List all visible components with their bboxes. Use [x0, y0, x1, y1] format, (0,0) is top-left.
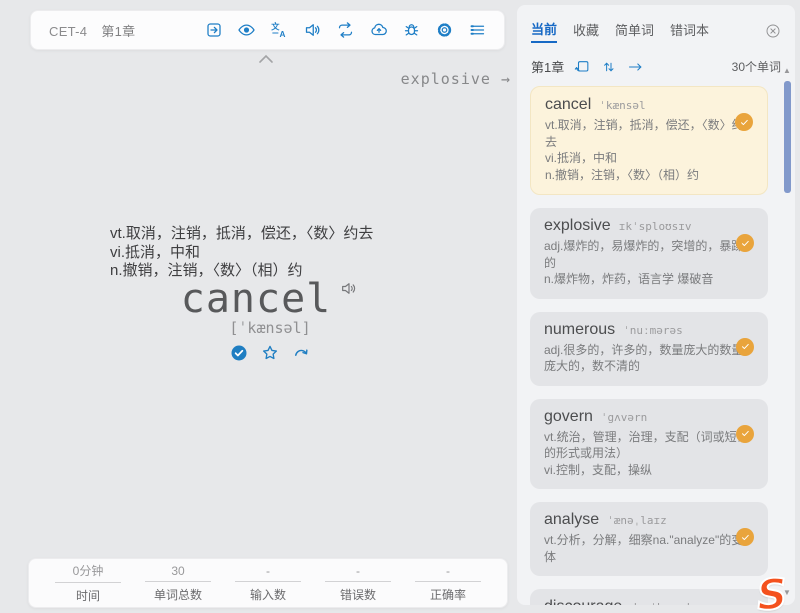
close-icon[interactable] [765, 23, 781, 39]
sidebar-tab-收藏[interactable]: 收藏 [573, 20, 599, 42]
word-card-definitions: adj.很多的，许多的，数量庞大的数量庞大的，数不清的 [544, 342, 754, 375]
chevron-up-icon[interactable] [256, 52, 276, 70]
word-card-definitions: vt.分析，分解，细察na."analyze"的变体 [544, 532, 754, 565]
stat-item: 30 单词总数 [145, 564, 211, 603]
checked-badge-icon [736, 425, 754, 443]
stat-label: 错误数 [325, 582, 391, 603]
word-card-head: cancel ˈkænsəl [545, 96, 753, 114]
stat-item: - 输入数 [235, 564, 301, 603]
menu-icon[interactable] [465, 19, 490, 41]
chapter-name: 第1章 [101, 24, 135, 39]
chapter-row: 第1章 30个单词 [517, 47, 795, 82]
word-card-definitions: adj.爆炸的，易爆炸的，突增的，暴躁的n.爆炸物，炸药，语言学 爆破音 [544, 238, 754, 288]
stat-value: 0分钟 [55, 562, 121, 582]
word-list: cancel ˈkænsəl vt.取消，注销，抵消，偿还，〈数〉约去vi.抵消… [517, 82, 795, 605]
sort-icon[interactable] [601, 59, 616, 75]
stat-item: 0分钟 时间 [55, 562, 121, 604]
stat-label: 正确率 [415, 582, 481, 603]
word-card-word: govern [544, 408, 593, 426]
word-card-definitions: vt.统治，管理，治理，支配（词或短语的形式或用法）vi.控制，支配，操纵 [544, 429, 754, 479]
word-card-word: analyse [544, 511, 599, 529]
word-card[interactable]: explosive ɪkˈsploʊsɪv adj.爆炸的，易爆炸的，突增的，暴… [530, 208, 768, 299]
arrow-right-icon[interactable] [626, 59, 645, 75]
current-word: cancel [181, 276, 332, 322]
repeat-icon[interactable] [333, 19, 358, 41]
word-card-definitions: vt.取消，注销，抵消，偿还，〈数〉约去vi.抵消，中和n.撤销，注销，〈数〉（… [545, 117, 753, 183]
translate-icon[interactable]: 文A [267, 19, 292, 41]
sidebar-tabs: 当前 收藏 简单词 错词本 [517, 5, 795, 47]
stat-value: - [415, 564, 481, 581]
sidebar-tab-错词本[interactable]: 错词本 [670, 20, 709, 42]
checked-badge-icon [736, 234, 754, 252]
word-card-head: govern ˈgʌvərn [544, 408, 754, 426]
stat-value: - [235, 564, 301, 581]
main-practice-area: CET-4 第1章 文A [0, 0, 517, 613]
eye-icon[interactable] [234, 19, 259, 41]
gear-icon[interactable] [432, 19, 457, 41]
svg-text:A: A [280, 30, 286, 39]
stat-label: 输入数 [235, 582, 301, 603]
word-card-phonetic: ɪkˈsploʊsɪv [619, 220, 692, 233]
word-card-head: numerous ˈnuːmərəs [544, 321, 754, 339]
word-card-phonetic: ˈgʌvərn [601, 411, 647, 424]
redo-next-icon[interactable] [292, 344, 310, 362]
word-card[interactable]: govern ˈgʌvərn vt.统治，管理，治理，支配（词或短语的形式或用法… [530, 399, 768, 490]
word-card-word: cancel [545, 96, 591, 114]
speaker-icon[interactable] [300, 19, 325, 41]
word-card-head: discourage dɪsˈkɜrɪdʒ [544, 598, 754, 605]
checked-badge-icon [735, 113, 753, 131]
exit-icon[interactable] [201, 19, 226, 41]
toolbar-icon-group: 文A [201, 19, 490, 41]
sidebar-tab-当前[interactable]: 当前 [531, 19, 557, 43]
word-card-word: explosive [544, 217, 611, 235]
checked-badge-icon [736, 528, 754, 546]
refresh-chapter-icon[interactable] [574, 59, 591, 75]
checked-badge-icon [736, 338, 754, 356]
course-title: CET-4 第1章 [49, 21, 135, 40]
word-card-phonetic: dɪsˈkɜrɪdʒ [630, 601, 696, 605]
scrollbar-thumb[interactable] [784, 81, 791, 193]
word-action-bar [0, 344, 540, 362]
stat-item: - 正确率 [415, 564, 481, 603]
pronounce-speaker-icon[interactable] [339, 279, 359, 303]
word-card[interactable]: numerous ˈnuːmərəs adj.很多的，许多的，数量庞大的数量庞大… [530, 312, 768, 386]
definition-line: vi.抵消，中和 [110, 244, 373, 263]
stat-value: 30 [145, 564, 211, 581]
word-card-head: analyse ˈænəˌlaɪz [544, 511, 754, 529]
word-card-phonetic: ˈænəˌlaɪz [607, 514, 667, 527]
stat-value: - [325, 564, 391, 581]
star-collect-icon[interactable] [261, 344, 279, 362]
word-card-phonetic: ˈnuːmərəs [623, 324, 683, 337]
course-name: CET-4 [49, 24, 87, 39]
sogou-input-logo[interactable]: S [749, 575, 796, 613]
stat-label: 时间 [55, 583, 121, 604]
next-word-hint: explosive → [291, 70, 511, 88]
stat-label: 单词总数 [145, 582, 211, 603]
word-card-phonetic: ˈkænsəl [599, 99, 645, 112]
word-card[interactable]: discourage dɪsˈkɜrɪdʒ vt.使气馁，使沮丧，阻碍，劝阻 [530, 589, 768, 605]
word-card-word: numerous [544, 321, 615, 339]
sidebar-scrollbar[interactable]: ▲ ▼ [782, 67, 792, 599]
word-card[interactable]: cancel ˈkænsəl vt.取消，注销，抵消，偿还，〈数〉约去vi.抵消… [530, 86, 768, 195]
word-definitions: vt.取消，注销，抵消，偿还，〈数〉约去 vi.抵消，中和 n.撤销，注销，〈数… [110, 225, 373, 281]
stats-bar: 0分钟 时间 30 单词总数 - 输入数 - 错误数 [28, 558, 508, 608]
scroll-up-icon[interactable]: ▲ [783, 67, 791, 75]
word-list-panel: 当前 收藏 简单词 错词本 第1章 30个单词 [517, 5, 795, 605]
known-check-icon[interactable] [230, 344, 248, 362]
word-card[interactable]: analyse ˈænəˌlaɪz vt.分析，分解，细察na."analyze… [530, 502, 768, 576]
cloud-upload-icon[interactable] [366, 19, 391, 41]
current-word-row: cancel [0, 276, 540, 322]
app-window: CET-4 第1章 文A [0, 0, 800, 613]
word-card-word: discourage [544, 598, 622, 605]
top-toolbar: CET-4 第1章 文A [30, 10, 505, 50]
bug-icon[interactable] [399, 19, 424, 41]
chapter-label: 第1章 [531, 57, 564, 76]
sidebar-tab-简单词[interactable]: 简单词 [615, 20, 654, 42]
stat-item: - 错误数 [325, 564, 391, 603]
definition-line: vt.取消，注销，抵消，偿还，〈数〉约去 [110, 225, 373, 244]
word-card-head: explosive ɪkˈsploʊsɪv [544, 217, 754, 235]
word-count: 30个单词 [732, 58, 781, 75]
current-word-phonetic: [ˈkænsəl] [0, 319, 540, 337]
